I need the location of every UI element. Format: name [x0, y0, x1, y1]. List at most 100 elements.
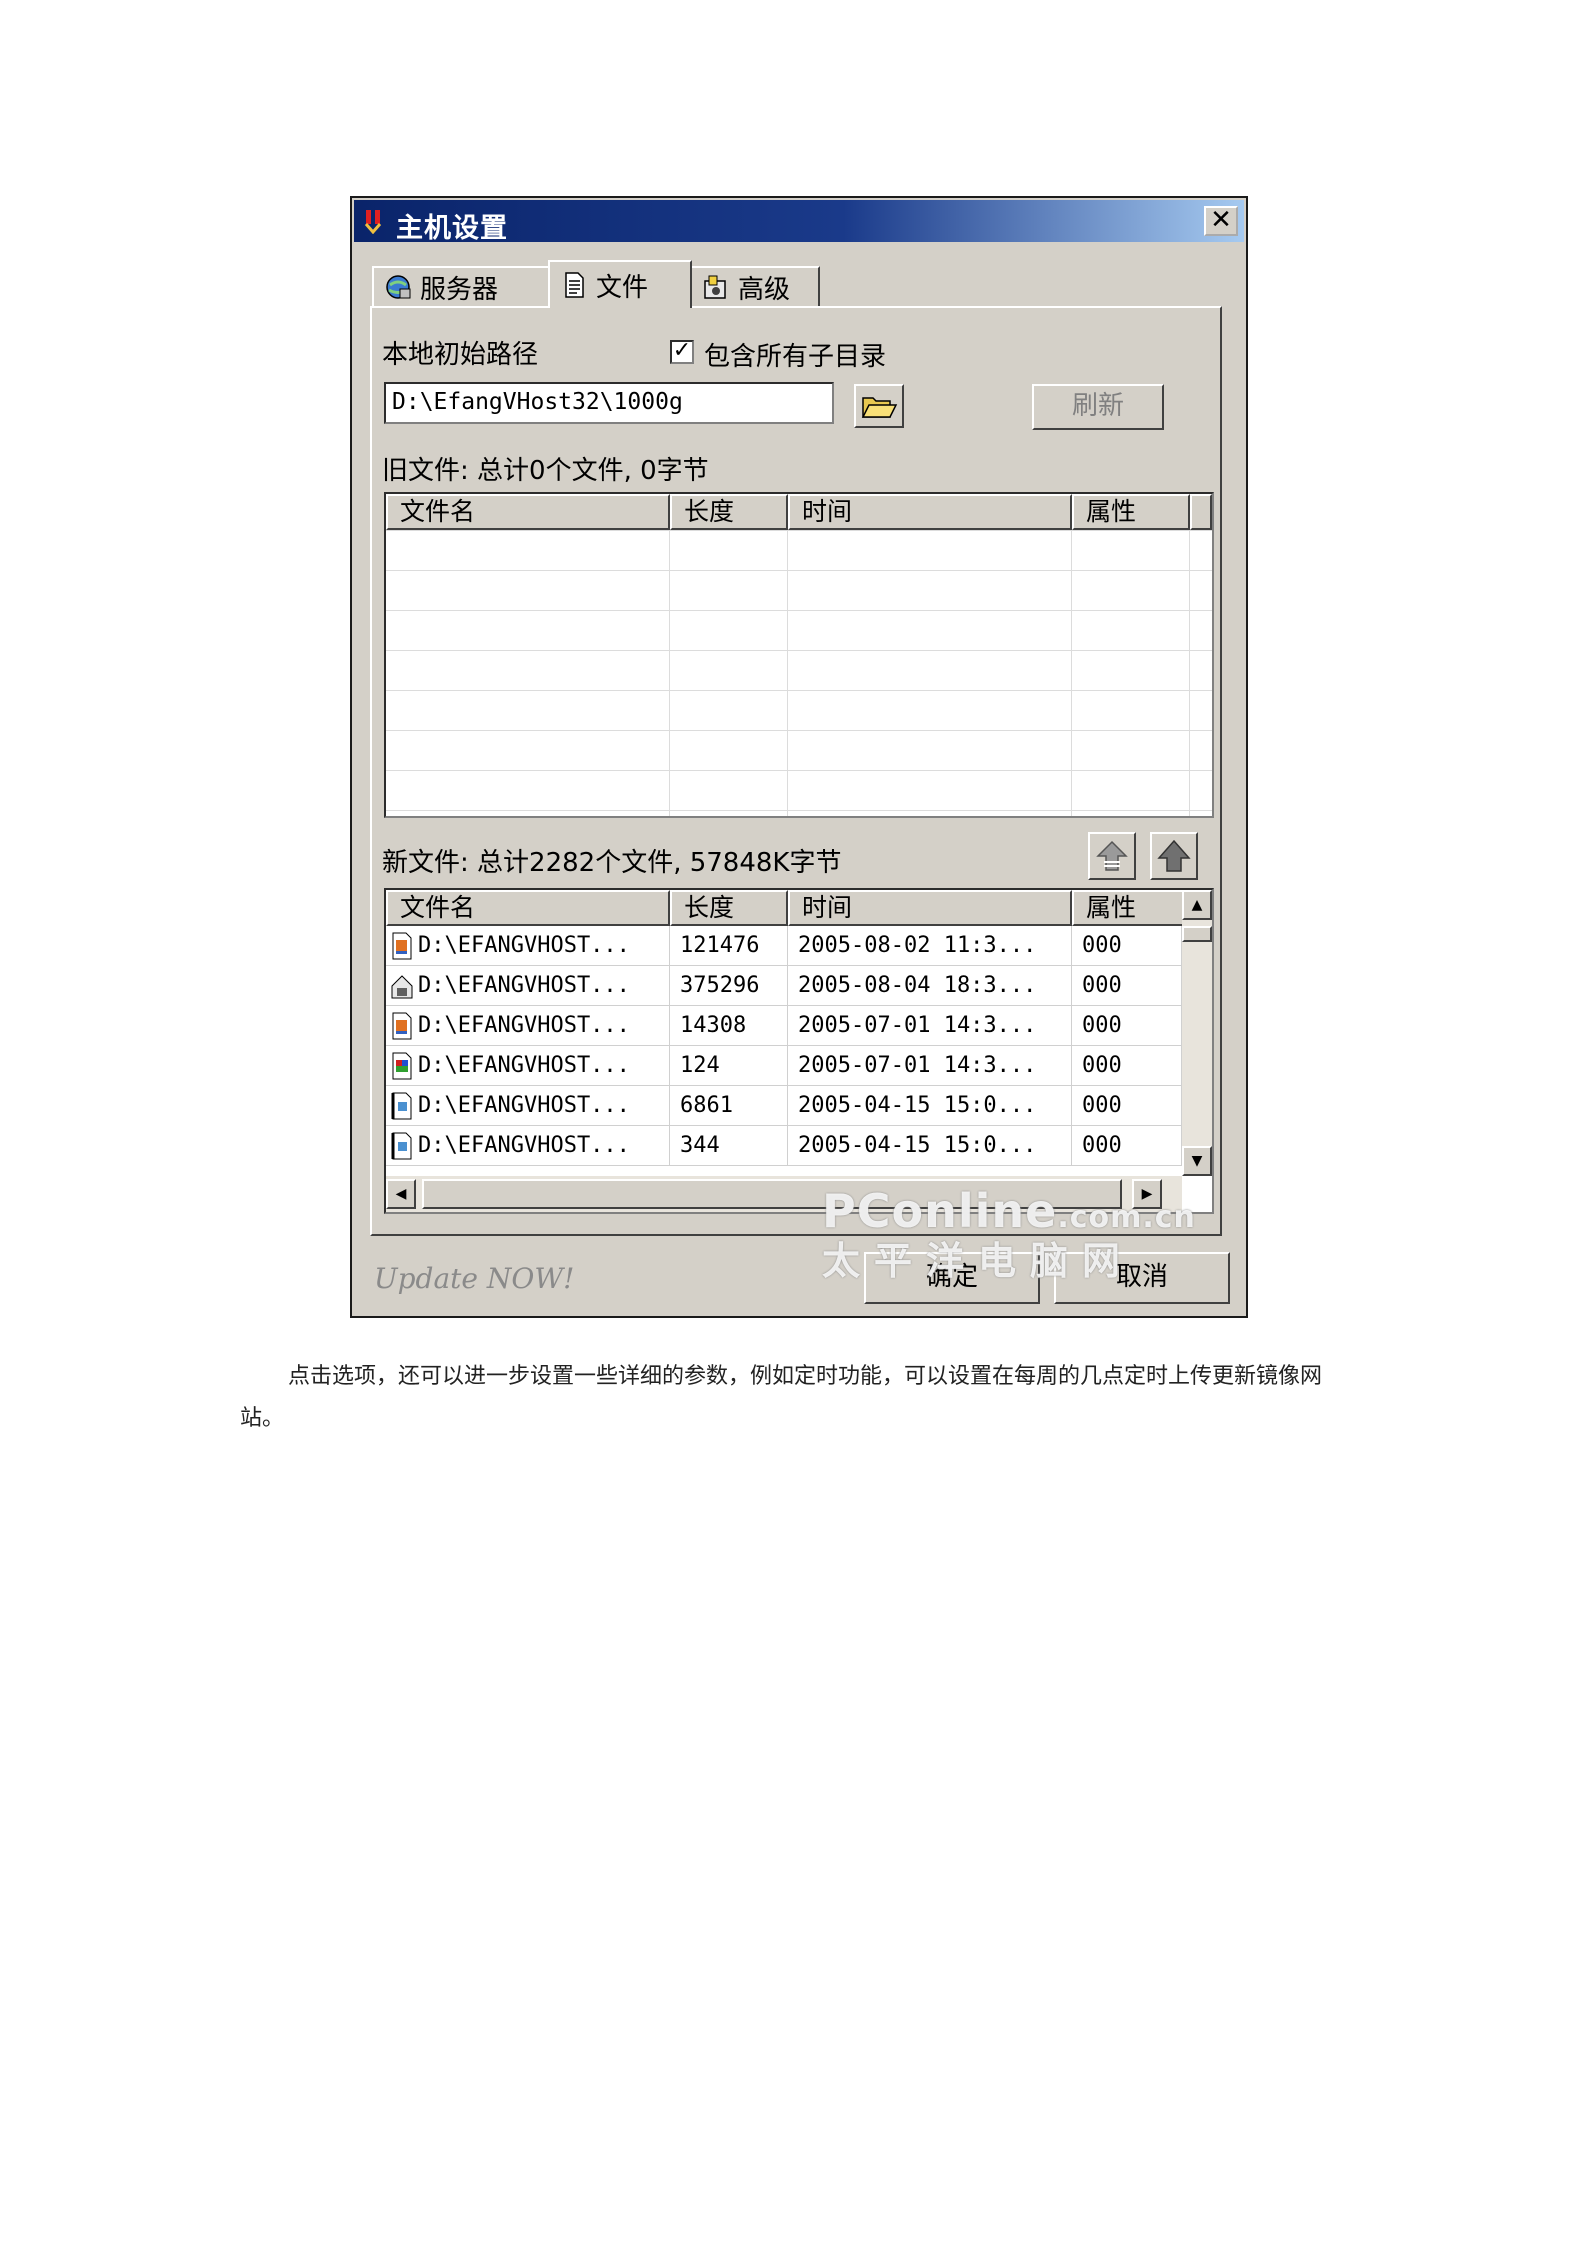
cell-attr: 000 — [1072, 1086, 1182, 1126]
cell-text: 6861 — [680, 1093, 733, 1118]
cell-text: D:\EFANGVHOST... — [418, 1053, 630, 1078]
cell-time: 2005-04-15 15:0... — [788, 1126, 1072, 1166]
tab-server[interactable]: 服务器 — [372, 266, 550, 306]
col-size[interactable]: 长度 — [670, 494, 788, 530]
cell-text: 000 — [1082, 973, 1122, 998]
watermark-chinese: 太平洋电脑网 — [822, 1239, 1135, 1283]
cell-text: 2005-08-04 18:3... — [798, 973, 1037, 998]
cell-size: 344 — [670, 1126, 788, 1166]
cell-attr: 000 — [1072, 1046, 1182, 1086]
table-row[interactable]: D:\EFANGVHOST... 14308 2005-07-01 14:3... 0… — [386, 1006, 1182, 1046]
cell-text: 000 — [1082, 1133, 1122, 1158]
tab-advanced-label: 高级 — [738, 274, 791, 305]
include-subdirs-checkbox[interactable]: ✓ — [670, 340, 694, 364]
document-icon — [565, 272, 584, 298]
table-row[interactable]: D:\EFANGVHOST... 121476 2005-08-02 11:3...… — [386, 926, 1182, 966]
cell-text: 2005-04-15 15:0... — [798, 1093, 1037, 1118]
old-files-header: 文件名 长度 时间 属性 — [386, 494, 1212, 530]
upload-icon — [1096, 840, 1128, 871]
cell-text: 2005-04-15 15:0... — [798, 1133, 1037, 1158]
caption-paragraph: 点击选项，还可以进一步设置一些详细的参数，例如定时功能，可以设置在每周的几点定时… — [240, 1364, 1323, 1431]
cell-text: D:\EFANGVHOST... — [418, 1093, 630, 1118]
cell-text: D:\EFANGVHOST... — [418, 1133, 630, 1158]
cell-filename: D:\EFANGVHOST... — [386, 1126, 670, 1166]
cell-size: 6861 — [670, 1086, 788, 1126]
new-files-label: 新文件: 总计2282个文件, 57848K字节 — [382, 848, 842, 878]
close-button[interactable]: ✕ — [1204, 206, 1238, 236]
col-attr[interactable]: 属性 — [1072, 890, 1190, 926]
refresh-button[interactable]: 刷新 — [1032, 384, 1164, 430]
cell-text: D:\EFANGVHOST... — [418, 973, 630, 998]
scroll-left-button[interactable]: ◀ — [386, 1179, 416, 1209]
col-filler — [1190, 494, 1212, 530]
table-row[interactable]: D:\EFANGVHOST... 344 2005-04-15 15:0... 000 — [386, 1126, 1182, 1166]
new-files-vscroll[interactable]: ▲ ▼ — [1182, 890, 1212, 1176]
folder-open-icon — [861, 397, 898, 418]
browse-folder-button[interactable] — [854, 384, 904, 428]
server-icon — [386, 275, 411, 299]
table-row[interactable]: D:\EFANGVHOST... 375296 2005-08-04 18:3...… — [386, 966, 1182, 1006]
cell-attr: 000 — [1072, 966, 1182, 1006]
text-file-icon — [390, 1132, 418, 1160]
cell-time: 2005-07-01 14:3... — [788, 1046, 1072, 1086]
col-filename[interactable]: 文件名 — [386, 494, 670, 530]
cell-attr: 000 — [1072, 926, 1182, 966]
host-settings-dialog: 主机设置 ✕ 服务器 文件 高级 本地初始路径 ✓ 包含所有子目录 D:\Efa… — [350, 196, 1248, 1318]
old-files-list[interactable]: 文件名 长度 时间 属性 — [384, 492, 1214, 818]
cell-text: 000 — [1082, 1093, 1122, 1118]
cell-size: 121476 — [670, 926, 788, 966]
image-file-icon — [390, 1052, 418, 1080]
scroll-up-button[interactable]: ▲ — [1182, 890, 1212, 920]
cell-text: 121476 — [680, 933, 760, 958]
html-file-icon — [390, 932, 418, 960]
cell-time: 2005-04-15 15:0... — [788, 1086, 1072, 1126]
cell-size: 375296 — [670, 966, 788, 1006]
cell-text: D:\EFANGVHOST... — [418, 1013, 630, 1038]
cell-time: 2005-07-01 14:3... — [788, 1006, 1072, 1046]
tab-server-label: 服务器 — [420, 274, 499, 305]
cell-time: 2005-08-04 18:3... — [788, 966, 1072, 1006]
cell-text: 2005-08-02 11:3... — [798, 933, 1037, 958]
tab-files[interactable]: 文件 — [548, 260, 692, 308]
tab-files-label: 文件 — [596, 272, 649, 303]
new-files-header: 文件名 长度 时间 属性 — [386, 890, 1190, 926]
move-up-button[interactable] — [1088, 832, 1136, 880]
cell-text: 124 — [680, 1053, 720, 1078]
table-row[interactable]: D:\EFANGVHOST... 6861 2005-04-15 15:0... 00… — [386, 1086, 1182, 1126]
tab-advanced[interactable]: 高级 — [690, 266, 820, 306]
cell-size: 14308 — [670, 1006, 788, 1046]
old-files-grid — [386, 530, 1212, 816]
col-attr[interactable]: 属性 — [1072, 494, 1190, 530]
cell-filename: D:\EFANGVHOST... — [386, 966, 670, 1006]
update-now-label: Update NOW! — [374, 1262, 575, 1295]
cell-filename: D:\EFANGVHOST... — [386, 1086, 670, 1126]
cell-filename: D:\EFANGVHOST... — [386, 1006, 670, 1046]
app-icon — [364, 210, 382, 234]
col-time[interactable]: 时间 — [788, 890, 1072, 926]
cell-text: 2005-07-01 14:3... — [798, 1053, 1037, 1078]
cell-size: 124 — [670, 1046, 788, 1086]
dialog-title: 主机设置 — [396, 213, 508, 244]
cell-text: 375296 — [680, 973, 760, 998]
cell-attr: 000 — [1072, 1006, 1182, 1046]
scroll-down-button[interactable]: ▼ — [1182, 1146, 1212, 1176]
col-time[interactable]: 时间 — [788, 494, 1072, 530]
scroll-thumb[interactable] — [1182, 926, 1212, 942]
cell-filename: D:\EFANGVHOST... — [386, 1046, 670, 1086]
cell-text: 000 — [1082, 933, 1122, 958]
text-file-icon — [390, 1092, 418, 1120]
include-subdirs-label: 包含所有子目录 — [704, 342, 887, 372]
move-top-button[interactable] — [1150, 832, 1198, 880]
col-filename[interactable]: 文件名 — [386, 890, 670, 926]
cell-text: 000 — [1082, 1013, 1122, 1038]
title-bar: 主机设置 ✕ — [354, 200, 1244, 244]
advanced-icon — [704, 275, 726, 299]
cell-text: 000 — [1082, 1053, 1122, 1078]
old-files-label: 旧文件: 总计0个文件, 0字节 — [382, 456, 709, 486]
path-input[interactable]: D:\EfangVHost32\1000g — [384, 382, 834, 424]
table-row[interactable]: D:\EFANGVHOST... 124 2005-07-01 14:3... 000 — [386, 1046, 1182, 1086]
cell-text: D:\EFANGVHOST... — [418, 933, 630, 958]
new-files-list[interactable]: 文件名 长度 时间 属性 D:\EFANGVHOST... 121476 2005-… — [384, 888, 1214, 1214]
col-size[interactable]: 长度 — [670, 890, 788, 926]
cell-time: 2005-08-02 11:3... — [788, 926, 1072, 966]
